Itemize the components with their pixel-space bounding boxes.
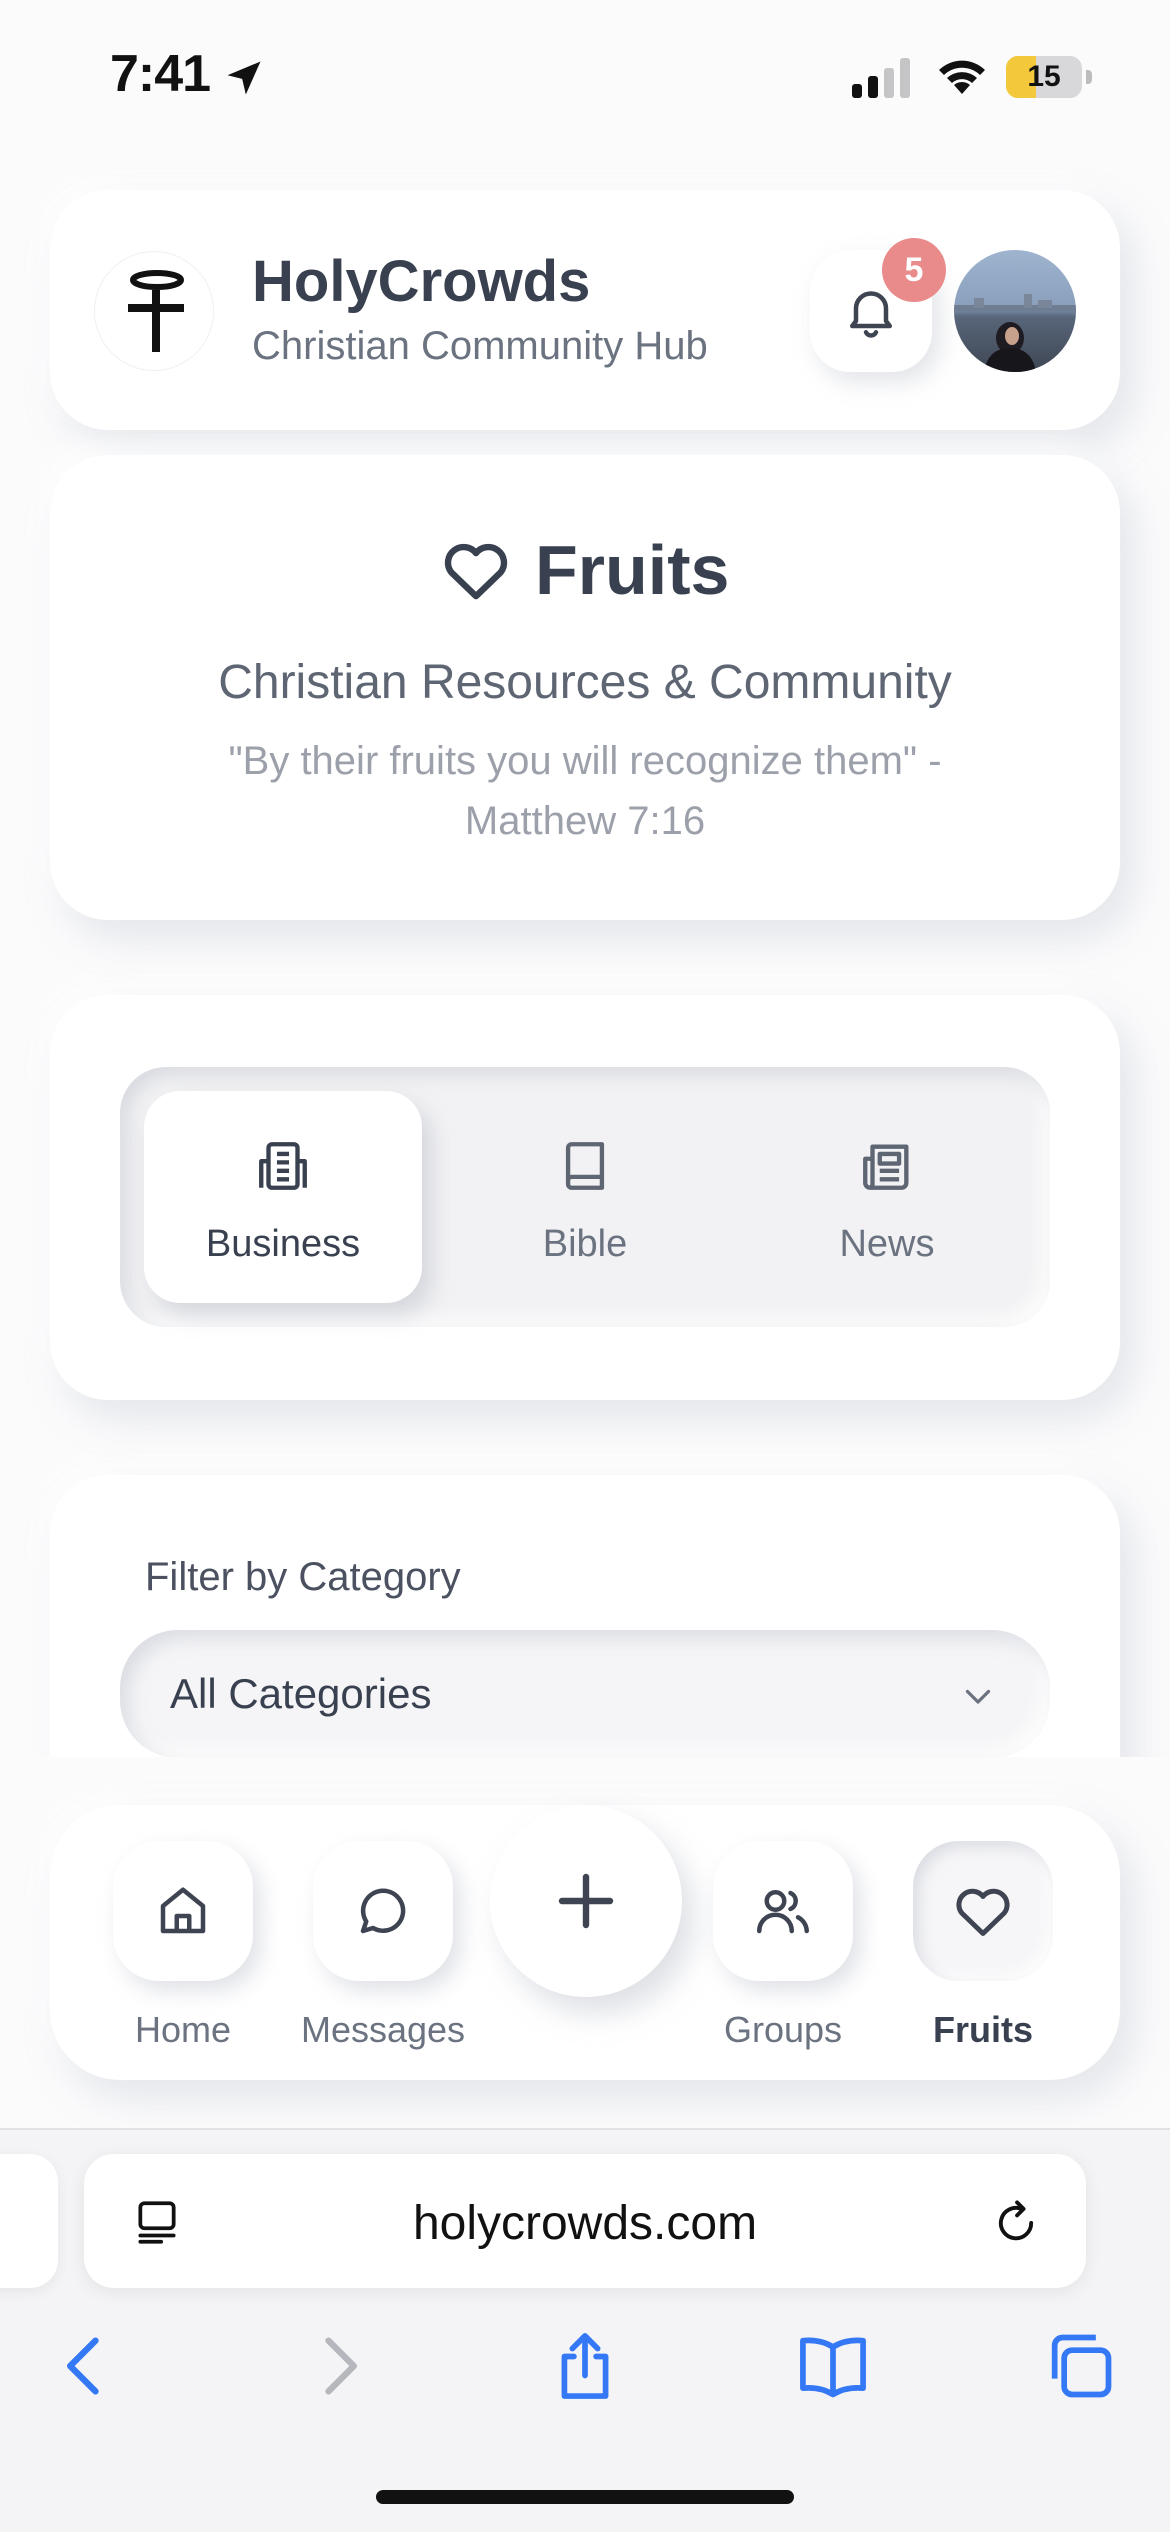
wifi-icon (939, 60, 985, 94)
category-select-value: All Categories (170, 1670, 432, 1717)
tab-label: Business (205, 1223, 361, 1265)
page-subtitle: Christian Resources & Community (218, 656, 952, 709)
cross-halo-icon (128, 270, 184, 352)
heart-icon (956, 1888, 1010, 1936)
battery-percent: 15 (1027, 60, 1061, 93)
building-icon (259, 1142, 307, 1190)
tab-label: Bible (542, 1223, 628, 1265)
nav-home[interactable]: Home (88, 1841, 278, 2061)
app-subtitle: Christian Community Hub (252, 324, 708, 368)
share-icon[interactable] (547, 2328, 623, 2404)
tabs-icon[interactable] (1042, 2328, 1118, 2404)
app-title: HolyCrowds (252, 249, 591, 314)
url-text: holycrowds.com (412, 2197, 758, 2250)
battery-icon: 15 (1006, 56, 1092, 98)
fruits-title-row: Fruits (50, 530, 1120, 610)
tab-news[interactable]: News (748, 1091, 1026, 1303)
create-post-button[interactable] (490, 1805, 682, 1997)
plus-icon (558, 1873, 614, 1929)
nav-groups[interactable]: Groups (688, 1841, 878, 2061)
tabs-card: Business Bible News (50, 995, 1120, 1400)
chevron-down-icon (965, 1689, 991, 1704)
home-indicator (376, 2490, 794, 2504)
segmented-control: Business Bible News (120, 1067, 1050, 1327)
scripture-quote: "By their fruits you will recognize them… (228, 739, 942, 843)
chat-bubble-icon (360, 1888, 406, 1934)
nav-messages[interactable]: Messages (288, 1841, 478, 2061)
back-icon[interactable] (48, 2328, 124, 2404)
user-avatar[interactable] (954, 250, 1076, 372)
nav-fruits[interactable]: Fruits (888, 1841, 1078, 2061)
previous-tab-preview[interactable] (0, 2154, 58, 2288)
heart-icon (444, 543, 507, 600)
newspaper-icon (863, 1144, 909, 1190)
nav-label: Messages (300, 2009, 466, 2050)
book-icon (565, 1142, 605, 1190)
bookmarks-icon[interactable] (795, 2328, 871, 2404)
tab-business[interactable]: Business (144, 1091, 422, 1303)
address-bar[interactable]: holycrowds.com (84, 2154, 1086, 2288)
bottom-navigation: Home Messages Groups Fruits (50, 1805, 1120, 2080)
reload-icon[interactable] (990, 2197, 1042, 2249)
header-card: HolyCrowds Christian Community Hub 5 (50, 190, 1120, 430)
nav-label: Groups (723, 2009, 843, 2050)
tab-bible[interactable]: Bible (446, 1091, 724, 1303)
status-bar: 7:41 15 (0, 0, 1170, 150)
tab-label: News (839, 1223, 935, 1265)
forward-icon[interactable] (300, 2328, 376, 2404)
category-select[interactable]: All Categories (120, 1630, 1050, 1758)
status-time: 7:41 (110, 45, 211, 103)
page-title: Fruits (535, 531, 730, 609)
location-arrow-icon (227, 61, 261, 95)
filter-label: Filter by Category (145, 1555, 461, 1599)
home-icon (160, 1887, 206, 1934)
fruits-hero-card: Fruits Christian Resources & Community "… (50, 455, 1120, 920)
app-logo[interactable] (95, 252, 213, 370)
nav-label: Fruits (932, 2009, 1033, 2050)
users-icon (757, 1890, 809, 1934)
notification-badge: 5 (882, 238, 946, 302)
nav-label: Home (134, 2009, 232, 2050)
browser-toolbar: holycrowds.com (0, 2128, 1170, 2532)
cellular-signal-icon (852, 58, 910, 98)
